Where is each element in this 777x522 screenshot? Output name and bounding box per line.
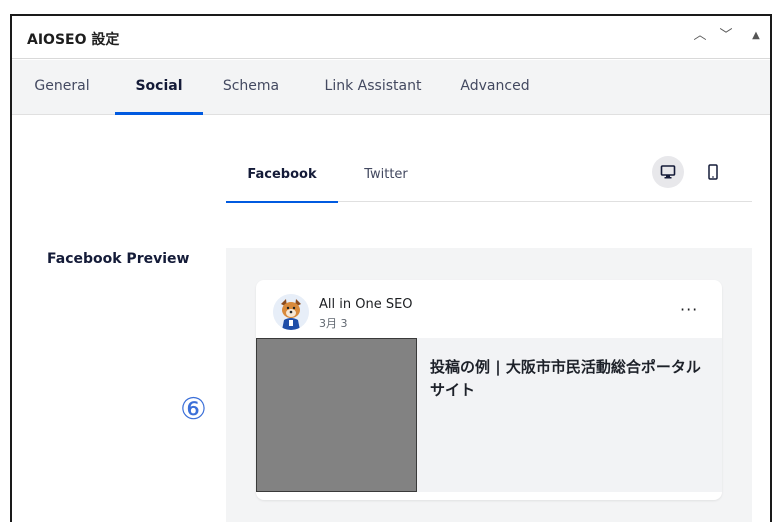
annotation-marker: ⑥: [180, 392, 207, 427]
link-preview: 投稿の例 | 大阪市市民活動総合ポータルサイト: [256, 338, 722, 492]
redacted-preview-image: [256, 338, 417, 492]
tab-schema[interactable]: Schema: [212, 60, 290, 115]
move-down-button[interactable]: ﹀: [716, 25, 736, 47]
tab-general[interactable]: General: [26, 60, 98, 115]
aioseo-metabox: AIOSEO 設定 ︿ ﹀ ▲ General Social Schema Li…: [10, 14, 772, 522]
subtab-twitter[interactable]: Twitter: [346, 159, 426, 202]
collapse-toggle-button[interactable]: ▲: [746, 25, 766, 47]
metabox-title: AIOSEO 設定: [27, 32, 120, 48]
link-title: 投稿の例 | 大阪市市民活動総合ポータルサイト: [430, 358, 701, 399]
tab-advanced[interactable]: Advanced: [454, 60, 536, 115]
move-up-button[interactable]: ︿: [690, 25, 710, 47]
facebook-preview-area: All in One SEO 3月 3 ··· 投稿の例 | 大阪市市民活動総合…: [226, 248, 752, 522]
facebook-preview-label: Facebook Preview: [47, 251, 190, 267]
author-avatar: [273, 294, 309, 330]
settings-tabbar: General Social Schema Link Assistant Adv…: [12, 60, 770, 115]
mobile-icon: [708, 164, 718, 180]
author-name: All in One SEO: [319, 297, 413, 312]
metabox-header: AIOSEO 設定 ︿ ﹀ ▲: [12, 16, 770, 59]
mobile-preview-button[interactable]: [697, 156, 729, 188]
desktop-icon: [660, 165, 676, 179]
facebook-post-card: All in One SEO 3月 3 ··· 投稿の例 | 大阪市市民活動総合…: [256, 280, 722, 500]
tab-link-assistant[interactable]: Link Assistant: [312, 60, 434, 115]
post-date: 3月 3: [319, 317, 348, 330]
dog-mascot-icon: [273, 294, 309, 330]
subtab-facebook[interactable]: Facebook: [226, 159, 338, 203]
tab-social[interactable]: Social: [115, 60, 203, 115]
desktop-preview-button[interactable]: [652, 156, 684, 188]
more-options-icon[interactable]: ···: [680, 300, 698, 319]
